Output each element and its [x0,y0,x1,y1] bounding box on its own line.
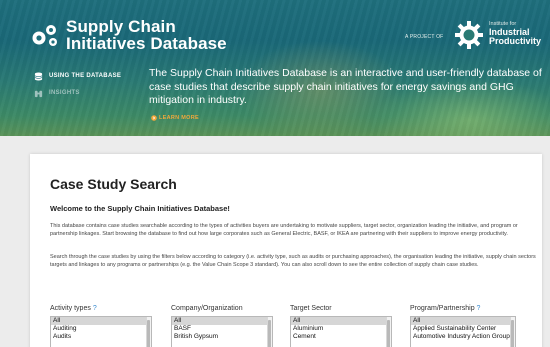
help-icon[interactable]: ? [93,305,97,312]
database-icon [34,71,43,81]
filter-activity-types: Activity types ? All Auditing Audits [50,304,152,347]
list-option[interactable]: British Gypsum [172,333,272,341]
scrollbar-thumb[interactable] [511,320,514,347]
welcome-heading: Welcome to the Supply Chain Initiatives … [50,204,230,213]
filter-label-text: Company/Organization [171,305,243,312]
iip-line3: Productivity [489,36,542,46]
intro-paragraph-2: Search through the case studies by using… [50,254,536,269]
page-title: Case Study Search [50,176,177,192]
list-option[interactable]: All [411,317,515,325]
site-title[interactable]: Supply Chain Initiatives Database [66,18,227,52]
scrollbar[interactable] [146,317,151,347]
filter-label-text: Activity types [50,305,91,312]
scrollbar-thumb[interactable] [268,320,271,347]
scrollbar[interactable] [267,317,272,347]
header-banner: Supply Chain Initiatives Database A PROJ… [0,0,550,136]
list-option[interactable]: All [291,317,391,325]
binoculars-icon [34,90,43,97]
arrow-circle-icon [151,115,157,121]
intro-text: The Supply Chain Initiatives Database is… [149,67,542,106]
list-option[interactable]: All [172,317,272,325]
nav-item-insights[interactable]: INSIGHTS [34,87,121,99]
help-icon[interactable]: ? [477,305,481,312]
list-option[interactable]: Audits [51,333,151,341]
scrollbar-thumb[interactable] [387,320,390,347]
scrollbar[interactable] [386,317,391,347]
list-option[interactable]: Auditing [51,325,151,333]
learn-more-link[interactable]: LEARN MORE [151,115,199,121]
list-option[interactable]: Automotive Industry Action Group [411,333,515,341]
filter-label-activity-types: Activity types ? [50,304,97,314]
list-option[interactable]: BASF [172,325,272,333]
filter-label-company-organization: Company/Organization [171,304,243,314]
nav-label-using-the-database: USING THE DATABASE [49,73,122,79]
program-partnership-listbox[interactable]: All Applied Sustainability Center Automo… [410,316,516,347]
nav-label-insights: INSIGHTS [49,90,80,96]
filter-label-text: Target Sector [290,305,332,312]
list-option[interactable]: All [51,317,151,325]
iip-wordmark[interactable]: Institute for Industrial Productivity [489,21,541,46]
sca-logo-icon[interactable] [30,20,60,50]
filter-company-organization: Company/Organization All BASF British Gy… [171,304,273,347]
filter-label-text: Program/Partnership [410,305,475,312]
sidebar-nav: USING THE DATABASE INSIGHTS [34,70,121,104]
filter-target-sector: Target Sector All Aluminium Cement [290,304,392,347]
list-option[interactable]: Applied Sustainability Center [411,325,515,333]
target-sector-listbox[interactable]: All Aluminium Cement [290,316,392,347]
filter-label-target-sector: Target Sector [290,304,332,314]
case-study-card: Case Study Search Welcome to the Supply … [30,154,542,347]
scrollbar-thumb[interactable] [147,320,150,347]
project-of-label: A PROJECT OF [405,34,444,40]
learn-more-label: LEARN MORE [159,115,199,121]
filter-program-partnership: Program/Partnership ? All Applied Sustai… [410,304,516,347]
site-title-line2: Initiatives Database [66,34,227,53]
activity-types-listbox[interactable]: All Auditing Audits [50,316,152,347]
nav-item-using-the-database[interactable]: USING THE DATABASE [34,70,121,82]
iip-gear-logo-icon[interactable] [454,20,484,50]
scrollbar[interactable] [510,317,515,347]
intro-paragraph-1: This database contains case studies sear… [50,223,518,238]
list-option[interactable]: Cement [291,333,391,341]
list-option[interactable]: Aluminium [291,325,391,333]
filter-label-program-partnership: Program/Partnership ? [410,304,480,314]
company-organization-listbox[interactable]: All BASF British Gypsum [171,316,273,347]
site-title-line1: Supply Chain [66,17,176,36]
